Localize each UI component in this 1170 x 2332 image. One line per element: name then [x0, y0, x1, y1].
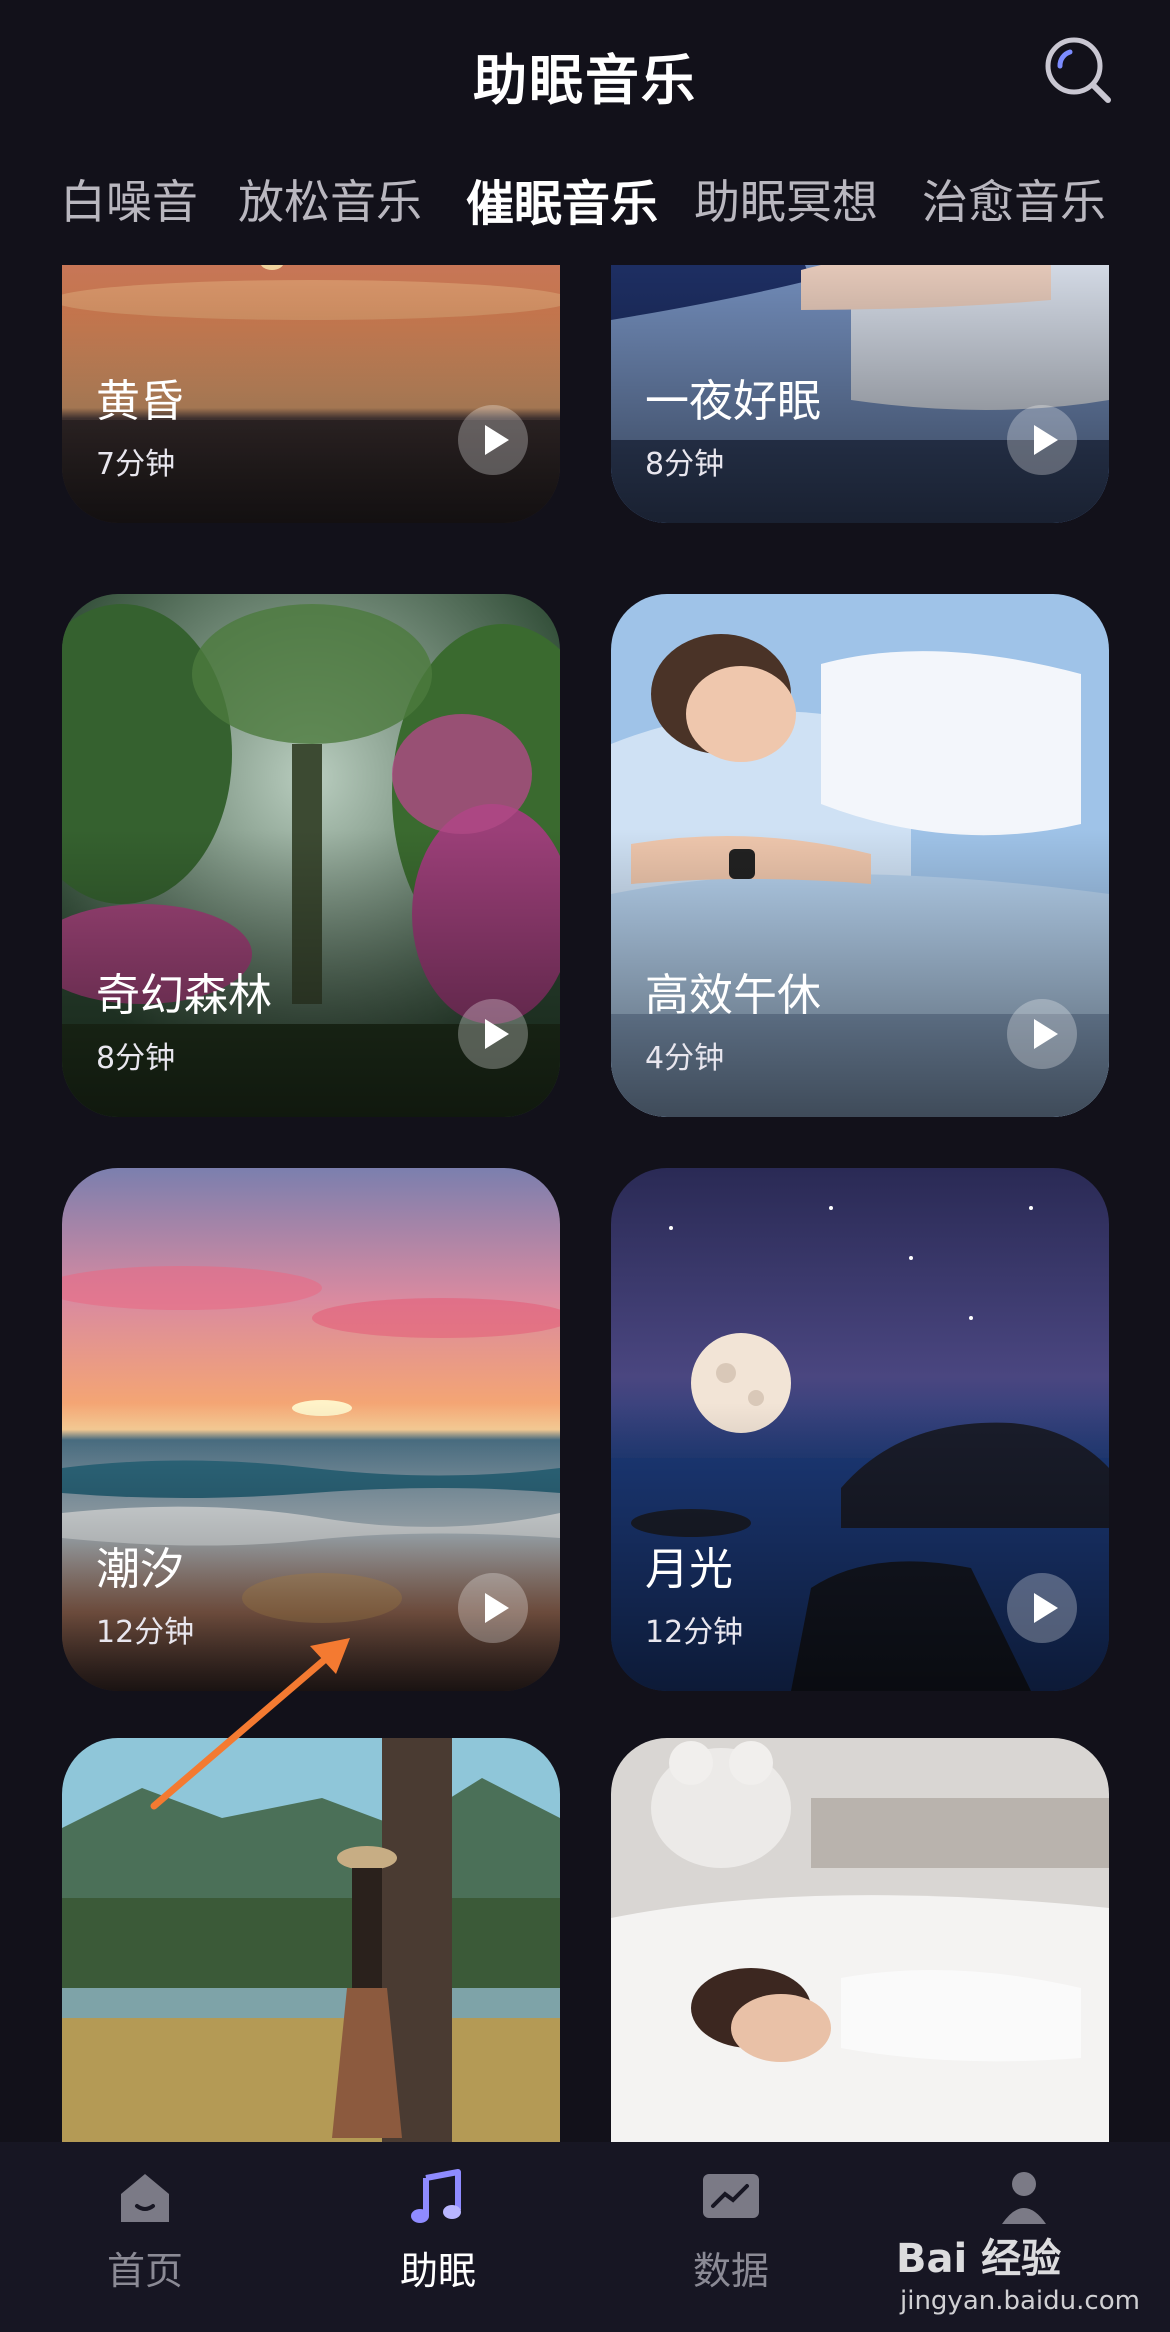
watermark-url: jingyan.baidu.com: [900, 2286, 1140, 2316]
card-title: 黄昏: [96, 376, 184, 427]
tab-healing-music[interactable]: 治愈音乐: [922, 166, 1106, 232]
nav-label: 数据: [692, 2249, 769, 2293]
music-card[interactable]: [62, 1738, 560, 2142]
play-button[interactable]: [458, 999, 528, 1069]
nav-home[interactable]: 首页: [50, 2166, 240, 2295]
card-duration: 12分钟: [96, 1615, 195, 1650]
music-card[interactable]: 奇幻森林 8分钟: [62, 594, 560, 1117]
nav-label: 首页: [106, 2249, 183, 2293]
music-note-icon: [411, 2169, 461, 2223]
profile-icon: [1002, 2172, 1046, 2224]
lake-view-image: [62, 1738, 560, 2142]
music-card[interactable]: 月光 12分钟: [611, 1168, 1109, 1691]
nav-label: 助眠: [399, 2249, 476, 2293]
card-duration: 12分钟: [645, 1615, 744, 1650]
card-title: 月光: [645, 1544, 733, 1595]
music-card[interactable]: 一夜好眠 8分钟: [611, 265, 1109, 523]
header: 助眠音乐: [0, 0, 1170, 140]
white-bed-image: [611, 1738, 1109, 2142]
card-title: 奇幻森林: [96, 970, 272, 1021]
tab-sleep-meditation[interactable]: 助眠冥想: [694, 166, 878, 232]
music-card[interactable]: 黄昏 7分钟: [62, 265, 560, 523]
nav-sleep[interactable]: 助眠: [343, 2166, 533, 2295]
play-button[interactable]: [458, 405, 528, 475]
nav-data[interactable]: 数据: [636, 2166, 826, 2295]
play-button[interactable]: [1007, 999, 1077, 1069]
watermark-logo: Bai 经验: [896, 2236, 1062, 2282]
page-title: 助眠音乐: [473, 49, 697, 112]
tab-hypnosis-music[interactable]: 催眠音乐: [466, 164, 658, 234]
card-title: 潮汐: [96, 1544, 184, 1595]
card-duration: 8分钟: [96, 1041, 176, 1076]
music-card-grid: 黄昏 7分钟 一夜好眠 8分钟 奇幻森林 8分钟 高效午休 4分钟 潮汐 12分…: [0, 265, 1170, 2142]
play-button[interactable]: [458, 1573, 528, 1643]
chart-icon: [703, 2174, 759, 2218]
tab-relax-music[interactable]: 放松音乐: [238, 166, 422, 232]
card-title: 高效午休: [645, 970, 821, 1021]
tab-white-noise[interactable]: 白噪音: [60, 166, 198, 232]
play-button[interactable]: [1007, 1573, 1077, 1643]
home-icon: [121, 2174, 169, 2222]
play-button[interactable]: [1007, 405, 1077, 475]
search-button[interactable]: [1040, 32, 1116, 108]
music-card[interactable]: [611, 1738, 1109, 2142]
baidu-watermark: Bai 经验 jingyan.baidu.com: [896, 2226, 1140, 2326]
card-duration: 7分钟: [96, 447, 176, 482]
search-icon: [1045, 37, 1111, 103]
music-card[interactable]: 高效午休 4分钟: [611, 594, 1109, 1117]
card-title: 一夜好眠: [645, 376, 821, 427]
music-card[interactable]: 潮汐 12分钟: [62, 1168, 560, 1691]
card-duration: 8分钟: [645, 447, 725, 482]
card-duration: 4分钟: [645, 1041, 725, 1076]
category-tabs: 白噪音 放松音乐 催眠音乐 助眠冥想 治愈音乐: [0, 160, 1170, 240]
app-screen: 助眠音乐 白噪音 放松音乐 催眠音乐 助眠冥想 治愈音乐 黄昏 7分钟 一夜好眠…: [0, 0, 1170, 2332]
